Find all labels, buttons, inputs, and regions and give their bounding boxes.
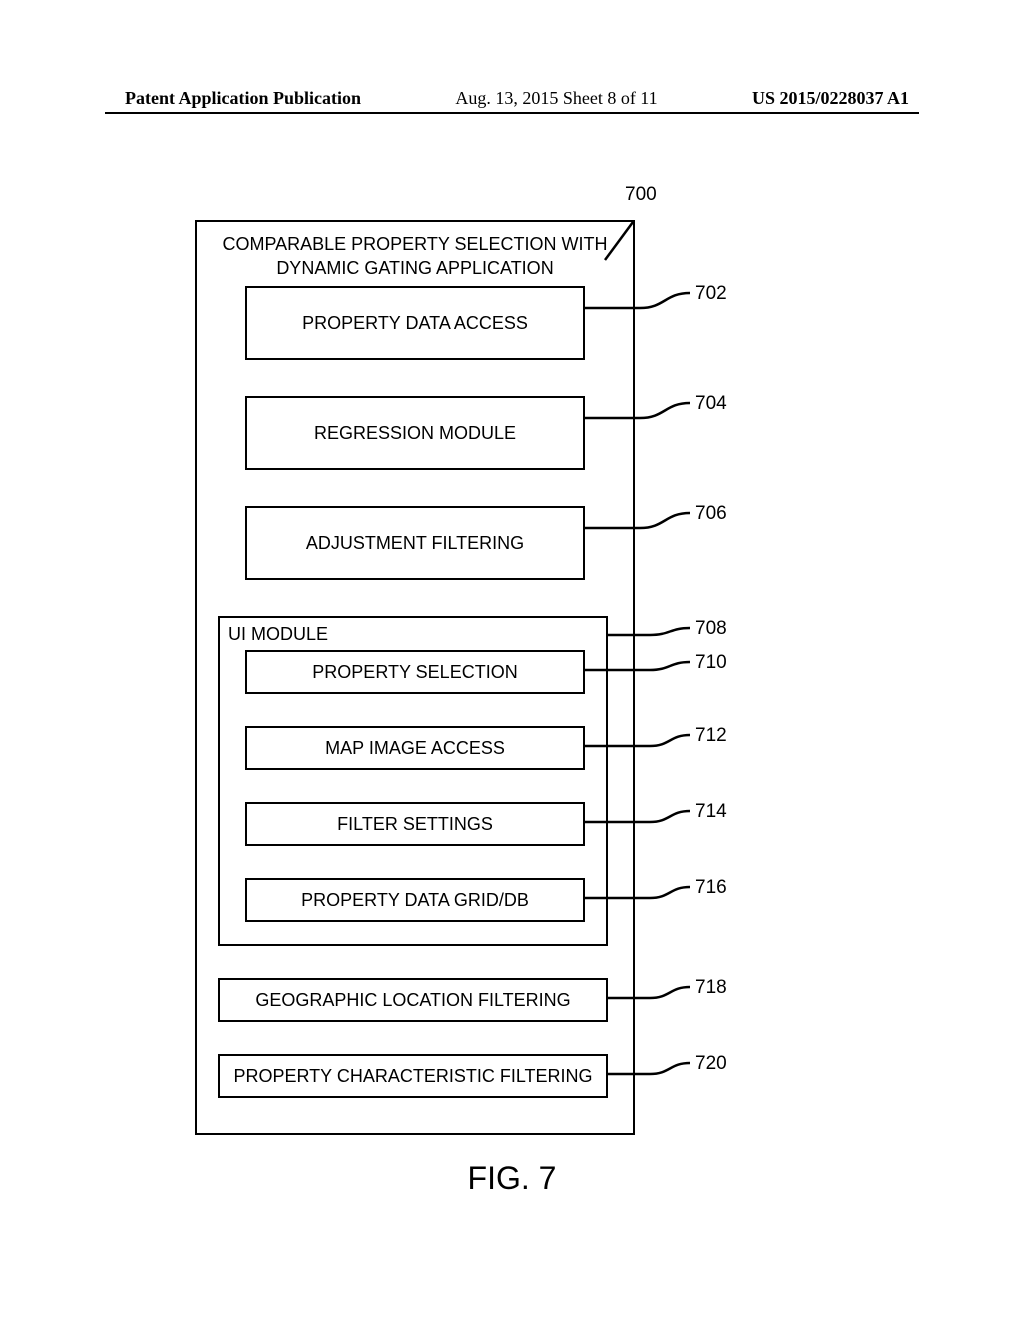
page-header: Patent Application Publication Aug. 13, … xyxy=(0,88,1024,109)
block-712-label: MAP IMAGE ACCESS xyxy=(325,738,505,759)
label-708: 708 xyxy=(695,618,727,640)
block-720-label: PROPERTY CHARACTERISTIC FILTERING xyxy=(233,1066,592,1087)
block-716-label: PROPERTY DATA GRID/DB xyxy=(301,890,529,911)
block-704: REGRESSION MODULE xyxy=(245,396,585,470)
block-710: PROPERTY SELECTION xyxy=(245,650,585,694)
label-706: 706 xyxy=(695,503,727,525)
block-714: FILTER SETTINGS xyxy=(245,802,585,846)
label-704: 704 xyxy=(695,393,727,415)
label-710: 710 xyxy=(695,652,727,674)
block-710-label: PROPERTY SELECTION xyxy=(312,662,517,683)
label-716: 716 xyxy=(695,877,727,899)
diagram: COMPARABLE PROPERTY SELECTION WITH DYNAM… xyxy=(175,180,895,1180)
block-718: GEOGRAPHIC LOCATION FILTERING xyxy=(218,978,608,1022)
figure-caption: FIG. 7 xyxy=(0,1160,1024,1197)
header-divider xyxy=(105,112,919,114)
header-center: Aug. 13, 2015 Sheet 8 of 11 xyxy=(455,88,657,109)
block-706: ADJUSTMENT FILTERING xyxy=(245,506,585,580)
main-title-line2: DYNAMIC GATING APPLICATION xyxy=(276,258,553,278)
block-720: PROPERTY CHARACTERISTIC FILTERING xyxy=(218,1054,608,1098)
block-712: MAP IMAGE ACCESS xyxy=(245,726,585,770)
block-706-label: ADJUSTMENT FILTERING xyxy=(306,533,524,554)
main-title-line1: COMPARABLE PROPERTY SELECTION WITH xyxy=(222,234,607,254)
main-title: COMPARABLE PROPERTY SELECTION WITH DYNAM… xyxy=(197,232,633,280)
header-right: US 2015/0228037 A1 xyxy=(752,88,909,109)
block-714-label: FILTER SETTINGS xyxy=(337,814,493,835)
block-716: PROPERTY DATA GRID/DB xyxy=(245,878,585,922)
block-702-label: PROPERTY DATA ACCESS xyxy=(302,313,528,334)
label-718: 718 xyxy=(695,977,727,999)
label-712: 712 xyxy=(695,725,727,747)
label-700: 700 xyxy=(625,184,657,206)
block-708-label: UI MODULE xyxy=(228,624,328,645)
label-714: 714 xyxy=(695,801,727,823)
block-704-label: REGRESSION MODULE xyxy=(314,423,516,444)
label-702: 702 xyxy=(695,283,727,305)
label-720: 720 xyxy=(695,1053,727,1075)
block-702: PROPERTY DATA ACCESS xyxy=(245,286,585,360)
block-718-label: GEOGRAPHIC LOCATION FILTERING xyxy=(255,990,570,1011)
header-left: Patent Application Publication xyxy=(125,88,361,109)
